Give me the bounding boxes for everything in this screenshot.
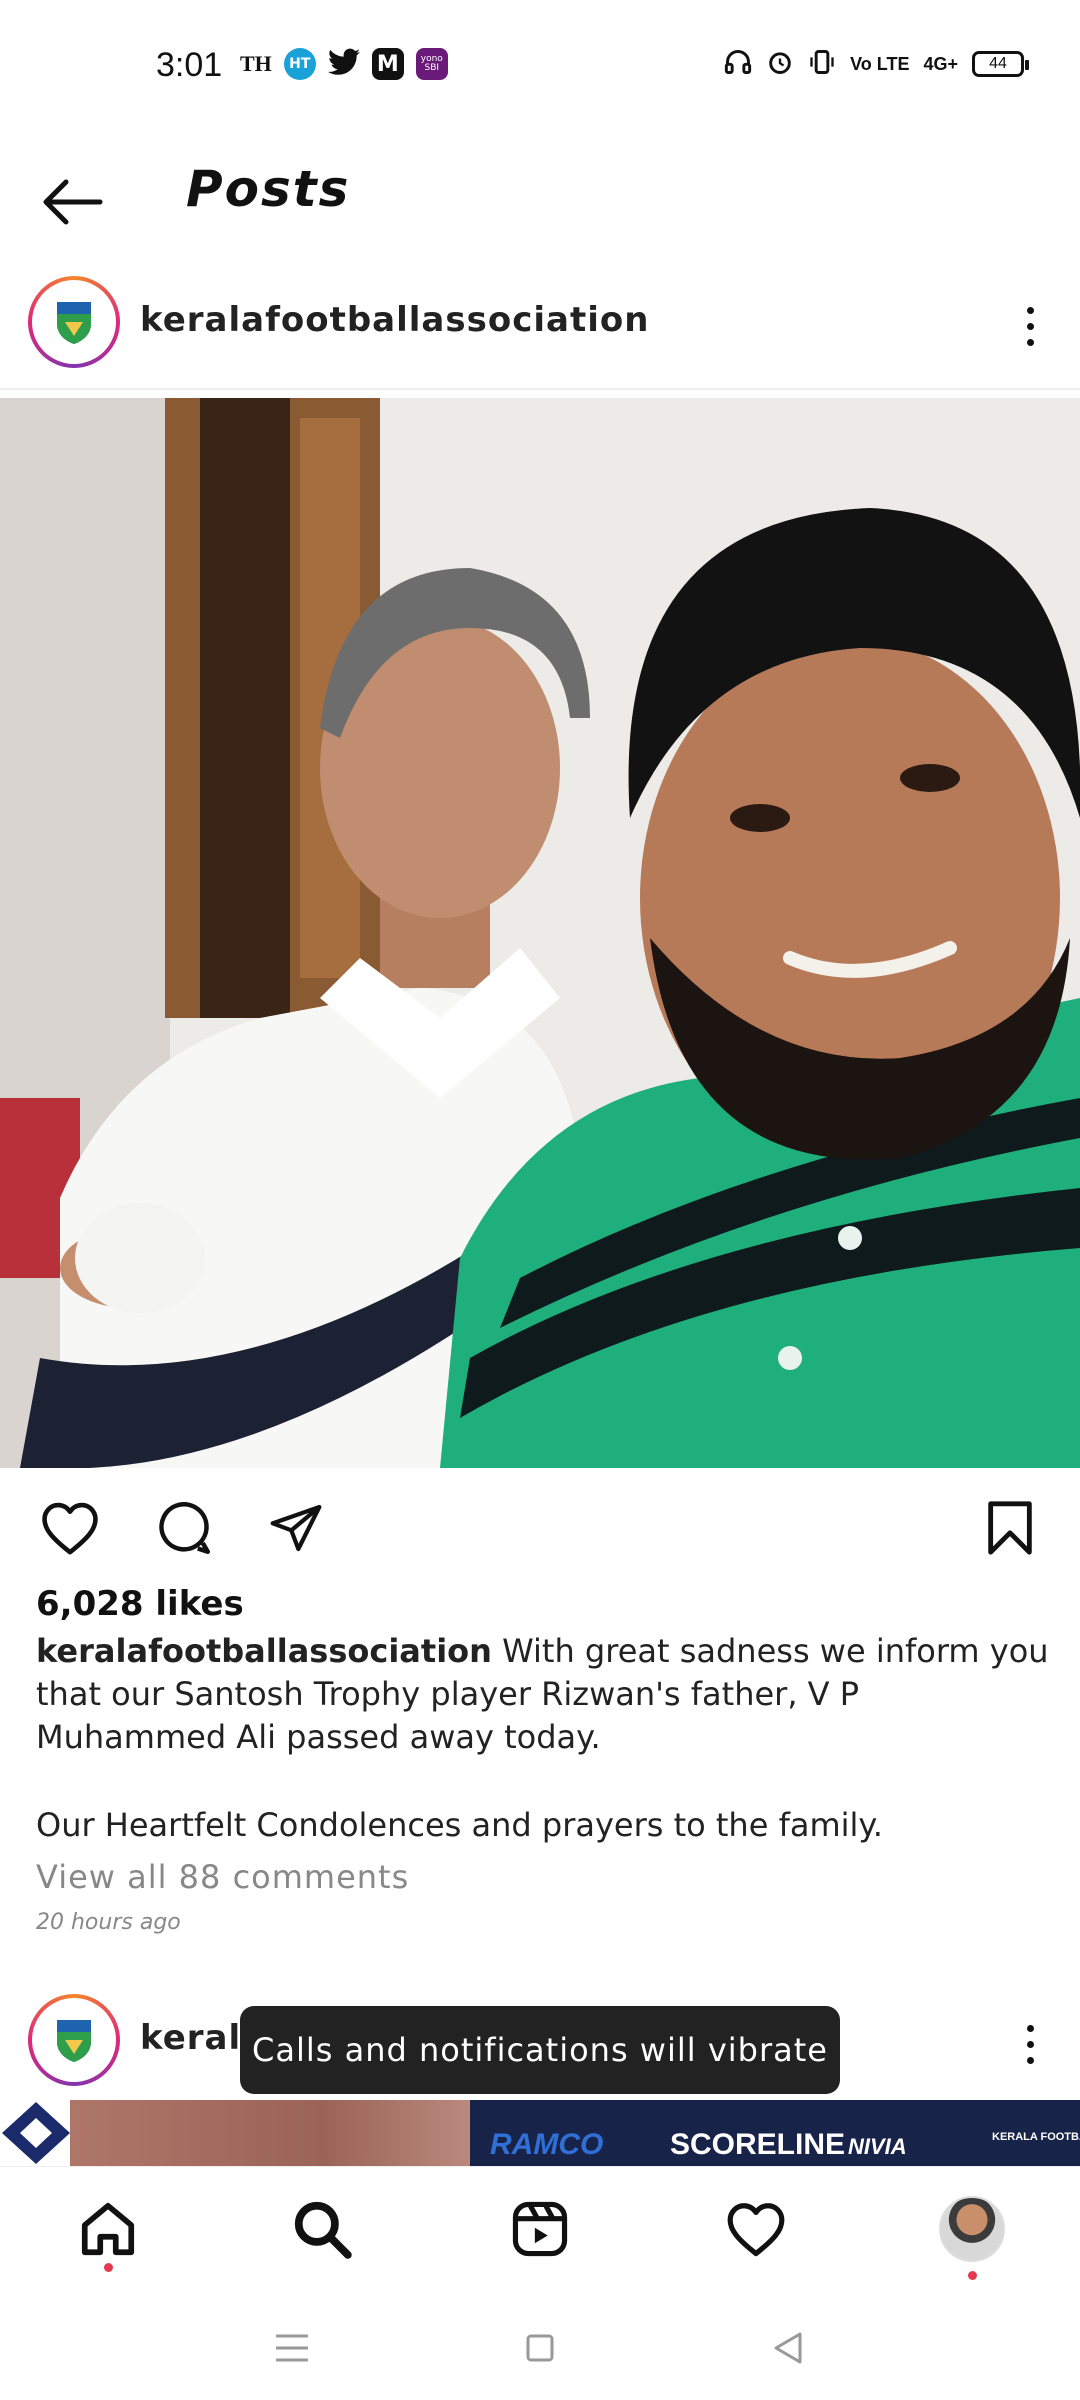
search-icon [294, 2201, 352, 2259]
post-actions [0, 1490, 1080, 1570]
alarm-icon [766, 48, 794, 80]
post-timestamp: 20 hours ago [36, 1910, 181, 1935]
post-avatar[interactable] [28, 276, 120, 368]
page-header: Posts [0, 140, 1080, 260]
page-title: Posts [186, 160, 351, 218]
status-time: 3:01 [156, 46, 223, 84]
sponsor-scoreline: SCORELINE [670, 2128, 845, 2161]
post-image[interactable] [0, 398, 1080, 1468]
likes-count[interactable]: 6,028 likes [36, 1584, 244, 1624]
reels-icon [512, 2201, 568, 2257]
vibrate-icon [808, 48, 836, 80]
home-system-button[interactable] [510, 2318, 570, 2378]
sponsor-kfa: KERALA FOOTBALL ASSOCIATION [992, 2131, 1080, 2143]
comment-button[interactable] [150, 1494, 218, 1562]
triangle-back-icon [774, 2332, 802, 2364]
kfa-logo-icon [57, 2020, 91, 2062]
profile-notification-dot [968, 2271, 977, 2280]
sponsor-ramco: RAMCO [490, 2128, 603, 2161]
status-system-icons: Vo LTE 4G+ 44 [724, 48, 1029, 80]
arrow-left-icon [43, 179, 103, 225]
heart-icon [42, 1502, 98, 1555]
more-options-button[interactable] [1010, 296, 1050, 356]
nav-activity[interactable] [716, 2189, 796, 2269]
post-photo [0, 398, 1080, 1468]
view-comments-link[interactable]: View all 88 comments [36, 1858, 409, 1896]
bookmark-icon [988, 1501, 1032, 1555]
post-username[interactable]: keralafootballassociation [140, 300, 649, 340]
back-system-button[interactable] [758, 2318, 818, 2378]
headphones-icon [724, 48, 752, 80]
twitter-icon [327, 48, 360, 80]
volte-icon: Vo LTE [850, 53, 910, 74]
nav-search[interactable] [282, 2189, 362, 2269]
heart-icon [727, 2203, 785, 2257]
network-signal-icon: 4G+ [923, 53, 958, 74]
recent-apps-button[interactable] [262, 2318, 322, 2378]
battery-icon: 44 [972, 51, 1029, 77]
post2-banner: RAMCO SCORELINE NIVIA KERALA FOOTBALL AS… [0, 2100, 1080, 2166]
kfa-logo-icon [57, 302, 91, 344]
home-notification-dot [104, 2263, 113, 2272]
ht-app-icon: HT [283, 48, 316, 80]
caption-text-2: Our Heartfelt Condolences and prayers to… [36, 1806, 883, 1844]
yono-app-icon: yono SBI [415, 48, 448, 80]
post2-avatar[interactable] [28, 1994, 120, 2086]
back-button[interactable] [36, 166, 108, 238]
th-app-icon: TH [240, 51, 272, 76]
sponsor-nivia: NIVIA [848, 2134, 907, 2159]
home-icon [81, 2202, 135, 2256]
send-icon [270, 1504, 322, 1552]
like-button[interactable] [36, 1494, 104, 1562]
divider [0, 388, 1080, 390]
nav-home[interactable] [68, 2189, 148, 2272]
nav-profile[interactable] [932, 2189, 1012, 2280]
nav-reels[interactable] [500, 2189, 580, 2269]
profile-avatar [939, 2196, 1005, 2262]
post2-more-options-button[interactable] [1010, 2014, 1050, 2074]
menu-icon [276, 2334, 308, 2362]
system-nav-bar [0, 2290, 1080, 2400]
status-notification-icons: TH HT M yono SBI [240, 48, 448, 80]
square-icon [526, 2334, 554, 2362]
post-header: keralafootballassociation [0, 266, 1080, 386]
toast-message: Calls and notifications will vibrate [240, 2006, 840, 2094]
medium-app-icon: M [371, 48, 404, 80]
caption-username[interactable]: keralafootballassociation [36, 1632, 492, 1670]
bottom-nav [0, 2166, 1080, 2290]
comment-icon [159, 1502, 210, 1554]
post-caption: keralafootballassociation With great sad… [36, 1630, 1056, 1759]
post2-image[interactable]: RAMCO SCORELINE NIVIA KERALA FOOTBALL AS… [0, 2100, 1080, 2166]
save-button[interactable] [976, 1494, 1044, 1562]
share-button[interactable] [262, 1494, 330, 1562]
status-bar: 3:01 TH HT M yono SBI Vo LTE 4G+ 44 [0, 0, 1080, 140]
